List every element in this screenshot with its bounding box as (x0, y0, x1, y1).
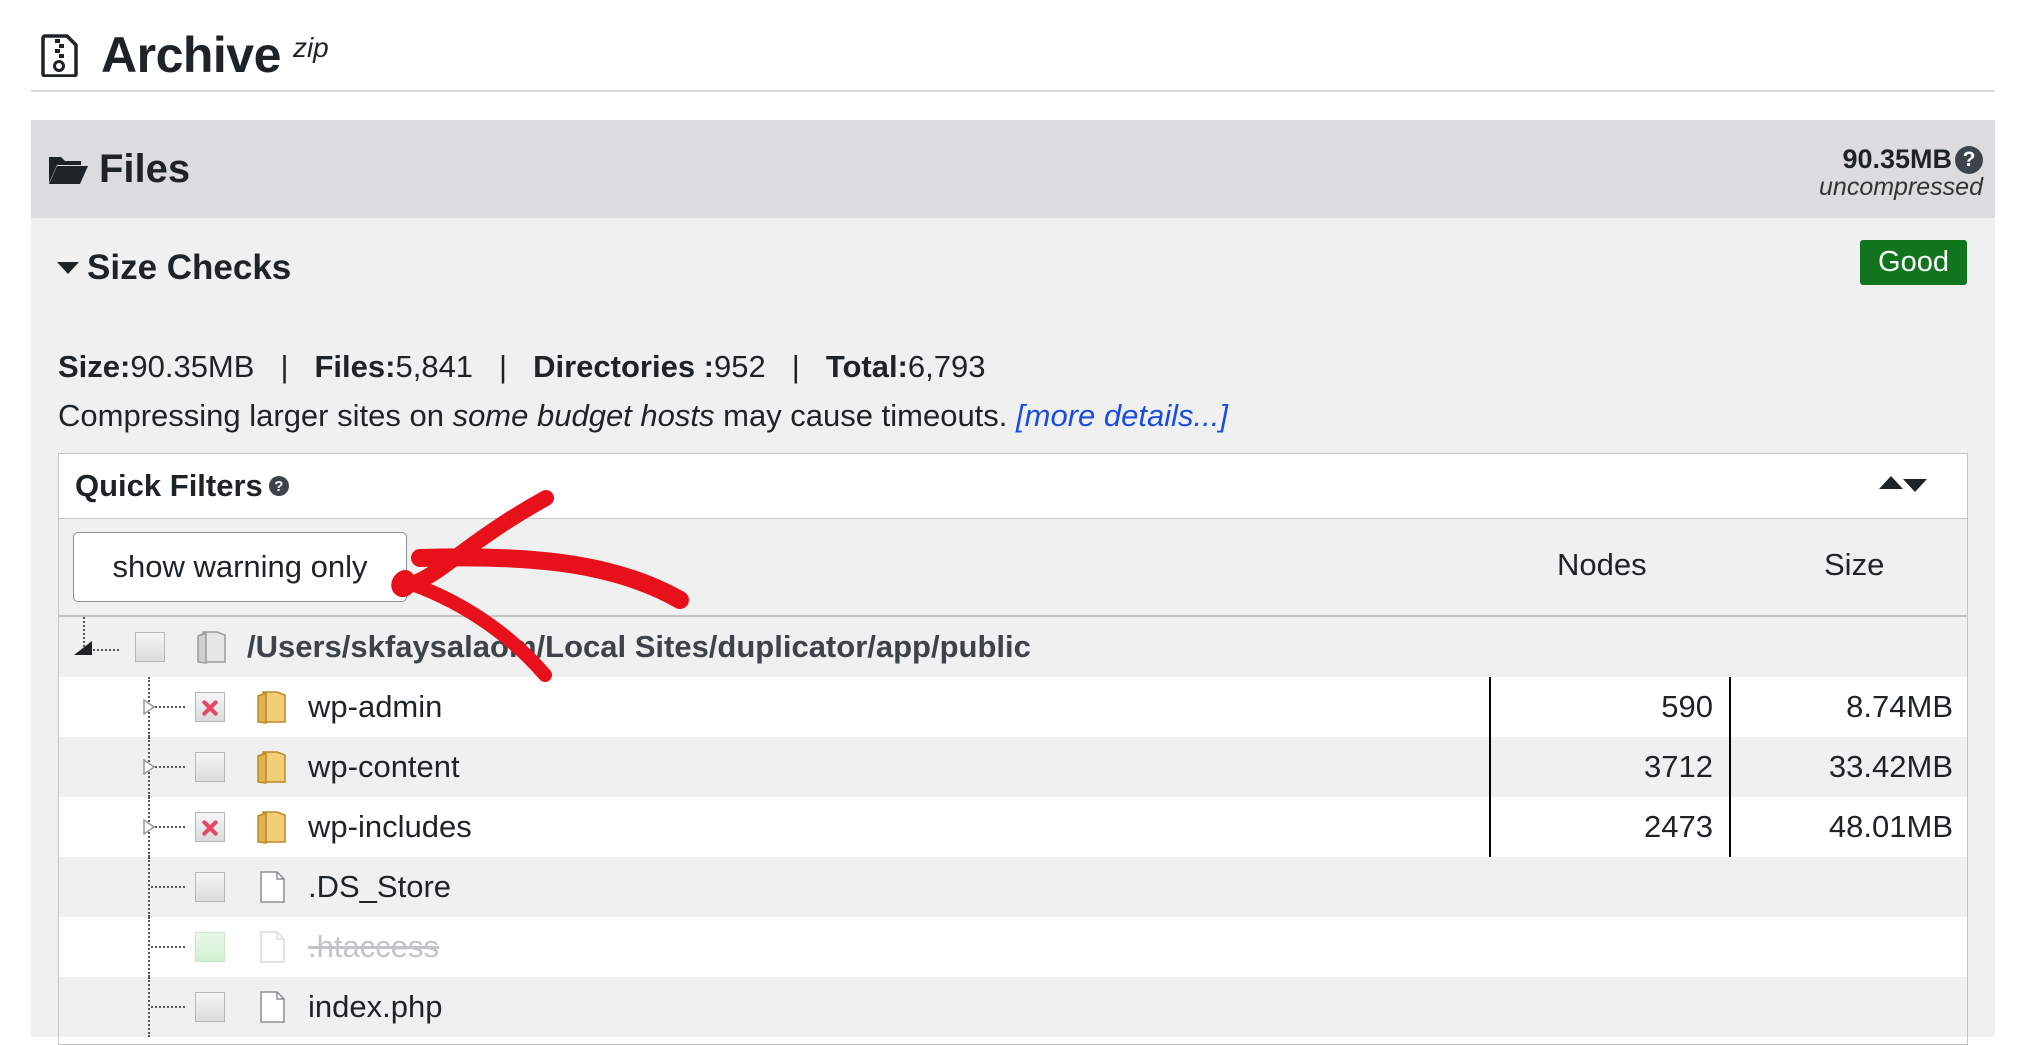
note-suffix: may cause timeouts. (714, 398, 1017, 433)
files-panel: Files 90.35MB ? uncompressed Size Checks… (31, 120, 1995, 1045)
size-checks-body: Size:90.35MB | Files:5,841 | Directories :95… (31, 318, 1995, 1045)
folder-icon (257, 751, 286, 784)
checkbox[interactable] (195, 752, 225, 782)
tree-item-name: index.php (308, 989, 443, 1024)
tree-item-name: wp-admin (308, 689, 443, 724)
folder-open-icon (49, 157, 88, 184)
timeout-note: Compressing larger sites on some budget … (58, 398, 1228, 434)
expand-collapse-icon[interactable] (1879, 476, 1927, 492)
note-emphasis: some budget hosts (452, 398, 715, 433)
files-value: 5,841 (395, 349, 474, 384)
folder-icon (257, 691, 286, 724)
nodes-cell: 3712 (1644, 749, 1713, 784)
file-icon (260, 931, 285, 963)
tree-expanded-icon[interactable] (74, 641, 92, 655)
total-size-value: 90.35MB (1842, 144, 1952, 174)
quick-filters-header: Quick Filters ? (59, 454, 1967, 519)
files-title: Files (99, 146, 191, 191)
tree-item-name: .DS_Store (308, 869, 452, 904)
help-icon[interactable]: ? (1955, 145, 1983, 174)
size-value: 90.35MB (130, 349, 255, 384)
files-header[interactable]: Files 90.35MB ? uncompressed (31, 120, 1995, 218)
status-badge: Good (1860, 240, 1967, 285)
total-size-note: uncompressed (1819, 173, 1983, 201)
size-cell: 48.01MB (1828, 809, 1953, 844)
column-header-nodes: Nodes (1557, 547, 1647, 582)
tree-collapsed-icon[interactable] (143, 759, 155, 775)
separator: | (791, 349, 800, 384)
files-total-size: 90.35MB ? uncompressed (1819, 144, 1983, 202)
tree-row[interactable]: .DS_Store (59, 857, 1967, 917)
checkbox[interactable] (195, 872, 225, 902)
total-label: Total: (825, 349, 908, 384)
page: Archive zip Files 90.35MB ? uncompressed… (0, 0, 2026, 1045)
size-cell: 8.74MB (1846, 689, 1953, 724)
tree-collapsed-icon[interactable] (143, 699, 155, 715)
tree-root-path: /Users/skfaysalaom/Local Sites/duplicato… (247, 629, 1031, 664)
separator: | (280, 349, 289, 384)
checkbox[interactable] (195, 812, 225, 842)
dirs-value: 952 (714, 349, 766, 384)
quick-filters-box: Quick Filters ? show warning only Nodes … (58, 453, 1968, 1045)
total-value: 6,793 (907, 349, 986, 384)
separator: | (499, 349, 508, 384)
stats-line: Size:90.35MB | Files:5,841 | Directories :95… (58, 349, 985, 385)
caret-down-icon (57, 262, 79, 274)
folder-icon (197, 631, 226, 664)
help-icon[interactable]: ? (268, 476, 289, 496)
size-checks-title: Size Checks (87, 248, 292, 287)
files-label: Files: (314, 349, 396, 384)
zip-file-icon (41, 34, 78, 77)
tree-row[interactable]: index.php (59, 977, 1967, 1037)
tree-collapsed-icon[interactable] (143, 819, 155, 835)
size-checks-toggle[interactable]: Size Checks Good (31, 218, 1995, 319)
checkbox[interactable] (195, 992, 225, 1022)
more-details-link[interactable]: [more details...] (1016, 398, 1228, 433)
tree-item-name: wp-includes (308, 809, 472, 844)
checkbox[interactable] (135, 632, 165, 662)
archive-title: Archive (101, 27, 281, 83)
tree-row[interactable]: .htaccess (59, 917, 1967, 977)
nodes-cell: 2473 (1644, 809, 1713, 844)
tree-rows: wp-admin 590 8.74MB wp-content 3712 33.42MB wp… (59, 677, 1967, 1037)
tree-root-row[interactable]: /Users/skfaysalaom/Local Sites/duplicato… (59, 617, 1967, 677)
folder-icon (257, 811, 286, 844)
archive-format: zip (292, 32, 329, 63)
tree-row[interactable]: wp-includes 2473 48.01MB (59, 797, 1967, 857)
checkbox[interactable] (195, 692, 225, 722)
show-warning-only-button[interactable]: show warning only (73, 532, 407, 602)
nodes-cell: 590 (1661, 689, 1713, 724)
tree-row[interactable]: wp-content 3712 33.42MB (59, 737, 1967, 797)
size-label: Size: (58, 349, 131, 384)
file-icon (260, 871, 285, 903)
note-prefix: Compressing larger sites on (58, 398, 453, 433)
tree-table-header: show warning only Nodes Size (59, 519, 1967, 617)
quick-filters-title: Quick Filters (75, 468, 263, 503)
size-cell: 33.42MB (1828, 749, 1953, 784)
tree-item-name: wp-content (308, 749, 460, 784)
file-icon (260, 991, 285, 1023)
checkbox[interactable] (195, 932, 225, 962)
column-header-size: Size (1824, 547, 1885, 582)
dirs-label: Directories : (533, 349, 715, 384)
tree-row[interactable]: wp-admin 590 8.74MB (59, 677, 1967, 737)
archive-header: Archive zip (31, 20, 1995, 92)
tree-item-name: .htaccess (308, 929, 439, 964)
